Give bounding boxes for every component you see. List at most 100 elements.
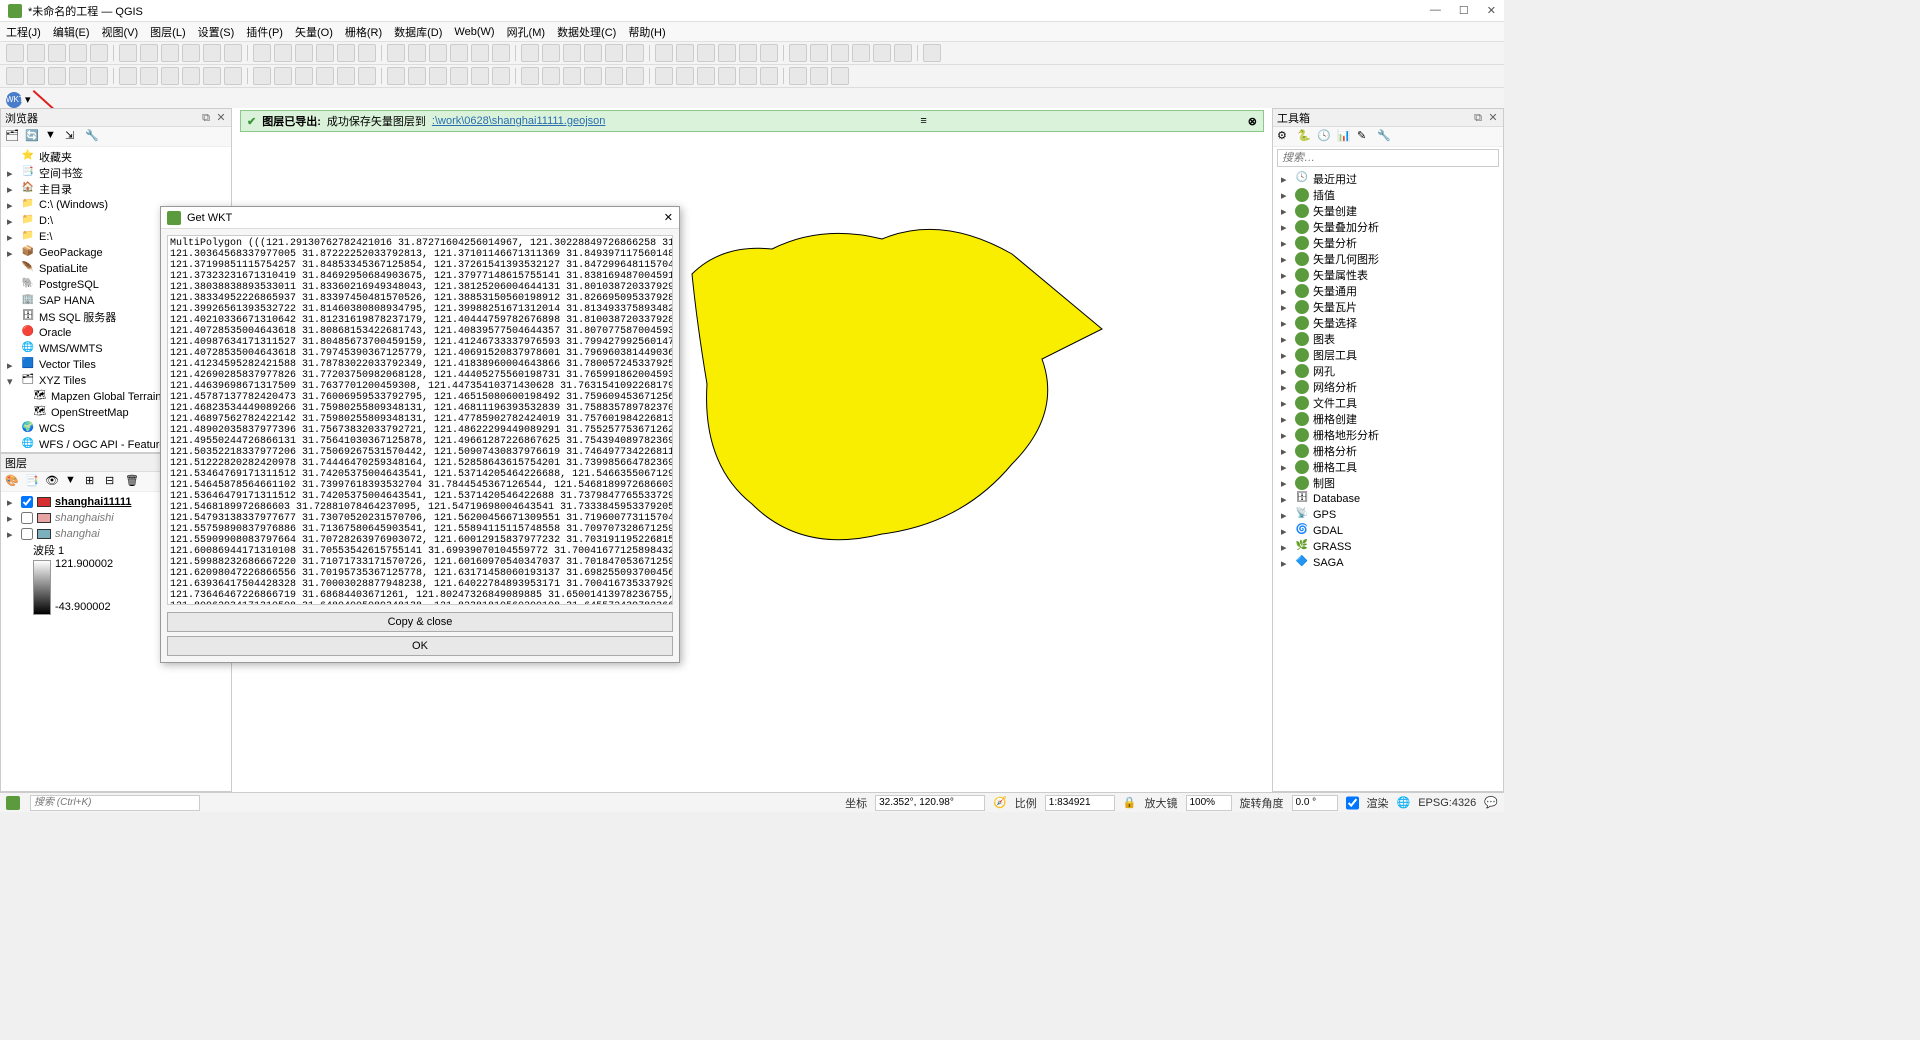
toolbar-button[interactable] xyxy=(253,44,271,62)
toolbox-category[interactable]: ▸🌿GRASS xyxy=(1275,539,1501,555)
toolbar-button[interactable] xyxy=(182,44,200,62)
toolbar-button[interactable] xyxy=(387,44,405,62)
menu-item[interactable]: 插件(P) xyxy=(246,24,283,40)
wkt-dropdown-icon[interactable]: ▾ xyxy=(25,93,31,106)
toolbox-category[interactable]: ▸图表 xyxy=(1275,331,1501,347)
toolbar-button[interactable] xyxy=(789,44,807,62)
epsg-label[interactable]: EPSG:4326 xyxy=(1418,797,1476,809)
toolbar-button[interactable] xyxy=(337,44,355,62)
toolbar-button[interactable] xyxy=(6,44,24,62)
toolbar-button[interactable] xyxy=(655,67,673,85)
panel-float-icon[interactable]: ⧉ xyxy=(200,112,212,124)
toolbar-button[interactable] xyxy=(119,44,137,62)
toolbox-category[interactable]: ▸文件工具 xyxy=(1275,395,1501,411)
toolbar-button[interactable] xyxy=(542,44,560,62)
menu-item[interactable]: 工程(J) xyxy=(6,24,41,40)
tree-item[interactable]: ⭐收藏夹 xyxy=(3,149,229,165)
toolbox-category[interactable]: ▸📡GPS xyxy=(1275,507,1501,523)
visibility-icon[interactable]: 👁 xyxy=(45,474,61,490)
collapse-icon[interactable]: ⊟ xyxy=(105,474,121,490)
layer-visibility-checkbox[interactable] xyxy=(21,528,33,540)
toolbar-button[interactable] xyxy=(119,67,137,85)
refresh-icon[interactable]: 🔄 xyxy=(25,129,41,145)
toolbar-button[interactable] xyxy=(161,67,179,85)
message-link[interactable]: :\work\0628\shanghai11111.geojson xyxy=(432,115,605,127)
toolbar-button[interactable] xyxy=(655,44,673,62)
toolbar-button[interactable] xyxy=(253,67,271,85)
wkt-button[interactable]: WKT xyxy=(6,92,22,108)
toolbox-category[interactable]: ▸栅格分析 xyxy=(1275,443,1501,459)
toolbar-button[interactable] xyxy=(718,44,736,62)
toolbox-category[interactable]: ▸矢量选择 xyxy=(1275,315,1501,331)
toolbar-button[interactable] xyxy=(450,44,468,62)
toolbox-category[interactable]: ▸栅格工具 xyxy=(1275,459,1501,475)
toolbar-button[interactable] xyxy=(873,44,891,62)
toolbar-button[interactable] xyxy=(852,44,870,62)
toolbar-button[interactable] xyxy=(274,44,292,62)
menu-item[interactable]: Web(W) xyxy=(454,26,494,38)
toolbar-button[interactable] xyxy=(760,44,778,62)
message-close-icon[interactable]: ⊗ xyxy=(1248,115,1257,128)
message-more-icon[interactable]: ≡ xyxy=(920,115,926,127)
toolbar-button[interactable] xyxy=(894,44,912,62)
menu-item[interactable]: 矢量(O) xyxy=(295,24,333,40)
filter-icon[interactable]: ▼ xyxy=(45,129,61,145)
toolbar-button[interactable] xyxy=(27,67,45,85)
remove-layer-icon[interactable]: 🗑 xyxy=(125,474,141,490)
toolbox-category[interactable]: ▸矢量瓦片 xyxy=(1275,299,1501,315)
tree-item[interactable]: ▸🏠主目录 xyxy=(3,181,229,197)
toolbar-button[interactable] xyxy=(224,44,242,62)
toolbar-button[interactable] xyxy=(605,44,623,62)
toolbox-category[interactable]: ▸🌀GDAL xyxy=(1275,523,1501,539)
toolbar-button[interactable] xyxy=(831,67,849,85)
toolbar-button[interactable] xyxy=(274,67,292,85)
toolbar-button[interactable] xyxy=(48,44,66,62)
toolbar-button[interactable] xyxy=(563,44,581,62)
menu-item[interactable]: 视图(V) xyxy=(102,24,139,40)
scale-input[interactable] xyxy=(1045,795,1115,811)
toolbox-category[interactable]: ▸网络分析 xyxy=(1275,379,1501,395)
toolbar-button[interactable] xyxy=(316,44,334,62)
toolbar-button[interactable] xyxy=(224,67,242,85)
toolbar-button[interactable] xyxy=(563,67,581,85)
toolbar-button[interactable] xyxy=(760,67,778,85)
menu-item[interactable]: 网孔(M) xyxy=(507,24,546,40)
toolbox-category[interactable]: ▸矢量叠加分析 xyxy=(1275,219,1501,235)
toolbox-category[interactable]: ▸网孔 xyxy=(1275,363,1501,379)
dialog-close-icon[interactable]: ✕ xyxy=(664,211,673,224)
close-button[interactable]: ✕ xyxy=(1487,4,1496,17)
toolbar-button[interactable] xyxy=(542,67,560,85)
toolbar-button[interactable] xyxy=(676,67,694,85)
copy-close-button[interactable]: Copy & close xyxy=(167,612,673,632)
toolbar-button[interactable] xyxy=(90,44,108,62)
toolbar-button[interactable] xyxy=(831,44,849,62)
locator-input[interactable] xyxy=(30,795,200,811)
toolbox-category[interactable]: ▸矢量分析 xyxy=(1275,235,1501,251)
toolbar-button[interactable] xyxy=(584,67,602,85)
menu-item[interactable]: 设置(S) xyxy=(198,24,235,40)
toolbar-button[interactable] xyxy=(316,67,334,85)
toolbar-button[interactable] xyxy=(182,67,200,85)
toolbox-category[interactable]: ▸🕓最近用过 xyxy=(1275,171,1501,187)
add-group-icon[interactable]: 📑 xyxy=(25,474,41,490)
ok-button[interactable]: OK xyxy=(167,636,673,656)
toolbox-category[interactable]: ▸矢量几何图形 xyxy=(1275,251,1501,267)
menu-item[interactable]: 数据库(D) xyxy=(394,24,442,40)
style-icon[interactable]: 🎨 xyxy=(5,474,21,490)
toolbox-search-input[interactable] xyxy=(1277,149,1499,167)
toolbox-category[interactable]: ▸🔷SAGA xyxy=(1275,555,1501,571)
menu-item[interactable]: 图层(L) xyxy=(150,24,185,40)
maximize-button[interactable]: ☐ xyxy=(1459,4,1469,17)
toolbar-button[interactable] xyxy=(295,67,313,85)
panel-close-icon[interactable]: ✕ xyxy=(1487,112,1499,124)
toolbar-button[interactable] xyxy=(471,67,489,85)
minimize-button[interactable]: — xyxy=(1430,4,1441,17)
extents-icon[interactable]: 🧭 xyxy=(993,796,1007,809)
toolbar-button[interactable] xyxy=(923,44,941,62)
toolbar-button[interactable] xyxy=(676,44,694,62)
model-icon[interactable]: ⚙ xyxy=(1277,129,1293,145)
script-icon[interactable]: 🐍 xyxy=(1297,129,1313,145)
toolbar-button[interactable] xyxy=(48,67,66,85)
layer-visibility-checkbox[interactable] xyxy=(21,496,33,508)
render-checkbox[interactable] xyxy=(1346,795,1359,811)
